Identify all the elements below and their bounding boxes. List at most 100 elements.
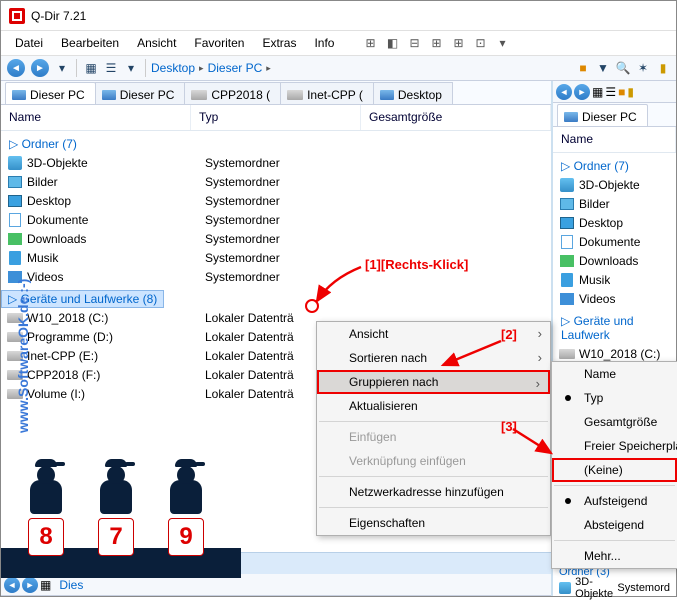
tab-cpp2018[interactable]: CPP2018 ( xyxy=(184,82,281,104)
sub-mehr[interactable]: Mehr... xyxy=(552,544,677,568)
score-card: 9 xyxy=(168,518,204,556)
score-card: 8 xyxy=(28,518,64,556)
nav-fwd-icon[interactable]: ► xyxy=(574,84,590,100)
menu-info[interactable]: Info xyxy=(306,33,342,53)
videos-icon xyxy=(560,293,574,305)
group-ordner[interactable]: ▷ Ordner (7) xyxy=(1,135,551,153)
app-icon xyxy=(9,8,25,24)
list-item: 3D-Objekte xyxy=(553,175,676,194)
ctx-sortieren[interactable]: Sortieren nach xyxy=(317,346,550,370)
ctx-gruppieren[interactable]: Gruppieren nach xyxy=(317,370,550,394)
menu-extras[interactable]: Extras xyxy=(254,33,304,53)
menu-ansicht[interactable]: Ansicht xyxy=(129,33,184,53)
color-icon[interactable]: ■ xyxy=(618,85,625,99)
view-icon[interactable]: ▦ xyxy=(40,578,51,592)
sub-name[interactable]: Name xyxy=(552,362,677,386)
tab-dieser-pc-r[interactable]: Dieser PC xyxy=(557,104,648,126)
click-marker xyxy=(305,299,319,313)
bullet-icon xyxy=(565,395,571,401)
menu-favoriten[interactable]: Favoriten xyxy=(186,33,252,53)
breadcrumb-seg-1[interactable]: Desktop xyxy=(151,61,195,75)
list-item: DokumenteSystemordner xyxy=(1,210,551,229)
separator xyxy=(319,476,548,477)
list-item: Bilder xyxy=(553,194,676,213)
ctx-netzwerk[interactable]: Netzwerkadresse hinzufügen xyxy=(317,480,550,504)
watermark: www.SoftwareOK.de :-) xyxy=(15,279,31,433)
note-icon[interactable]: ▮ xyxy=(654,59,672,77)
gear-icon[interactable]: ✶ xyxy=(634,59,652,77)
col-size[interactable]: Gesamtgröße xyxy=(361,105,551,130)
layout-icon-4[interactable]: ⊞ xyxy=(427,34,445,52)
layout-icon-3[interactable]: ⊟ xyxy=(405,34,423,52)
list-item: Downloads xyxy=(553,251,676,270)
ctx-eigenschaften[interactable]: Eigenschaften xyxy=(317,511,550,535)
ctx-aktualisieren[interactable]: Aktualisieren xyxy=(317,394,550,418)
nav-back-icon[interactable]: ◄ xyxy=(4,577,20,593)
view-list-icon[interactable]: ☰ xyxy=(102,59,120,77)
drive-icon xyxy=(559,349,575,359)
filter-icon[interactable]: ▼ xyxy=(594,59,612,77)
pane-right-toolbar: ◄ ► ▦ ☰ ■ ▮ xyxy=(553,81,676,103)
sub-keine[interactable]: (Keine) xyxy=(552,458,677,482)
ctx-verknuepfung: Verknüpfung einfügen xyxy=(317,449,550,473)
list-item: 3D-ObjekteSystemord xyxy=(553,579,676,596)
sub-absteigend[interactable]: Absteigend xyxy=(552,513,677,537)
col-typ[interactable]: Typ xyxy=(191,105,361,130)
list-item: Dokumente xyxy=(553,232,676,251)
score-card: 7 xyxy=(98,518,134,556)
layout-icon-5[interactable]: ⊞ xyxy=(449,34,467,52)
tab-desktop[interactable]: Desktop xyxy=(373,82,453,104)
sub-typ[interactable]: Typ xyxy=(552,386,677,410)
nav-back-icon[interactable]: ◄ xyxy=(556,84,572,100)
menu-bearbeiten[interactable]: Bearbeiten xyxy=(53,33,127,53)
sub-gesamtgroesse[interactable]: Gesamtgröße xyxy=(552,410,677,434)
col-name-r[interactable]: Name xyxy=(553,127,676,152)
breadcrumb-dies[interactable]: Dies xyxy=(59,578,83,592)
pictures-icon xyxy=(8,176,22,188)
list-item: DownloadsSystemordner xyxy=(1,229,551,248)
menu-datei[interactable]: Datei xyxy=(7,33,51,53)
3d-icon xyxy=(560,178,574,192)
sub-aufsteigend[interactable]: Aufsteigend xyxy=(552,489,677,513)
pc-icon xyxy=(12,90,26,100)
color-icon[interactable]: ■ xyxy=(574,59,592,77)
context-menu: Ansicht Sortieren nach Gruppieren nach A… xyxy=(316,321,551,536)
layout-icon-2[interactable]: ◧ xyxy=(383,34,401,52)
view-grid-icon[interactable]: ▦ xyxy=(82,59,100,77)
view-list-icon[interactable]: ☰ xyxy=(605,85,616,99)
view-dropdown-icon[interactable]: ▾ xyxy=(122,59,140,77)
layout-icon-1[interactable]: ⊞ xyxy=(361,34,379,52)
bullet-icon xyxy=(565,498,571,504)
nav-fwd[interactable]: ► xyxy=(29,57,51,79)
magnify-icon[interactable]: 🔍 xyxy=(614,59,632,77)
column-headers-right: Name xyxy=(553,127,676,153)
layout-icon-6[interactable]: ⊡ xyxy=(471,34,489,52)
desktop-icon xyxy=(560,217,574,229)
breadcrumb-seg-2[interactable]: Dieser PC xyxy=(208,61,263,75)
group-ordner-r[interactable]: ▷ Ordner (7) xyxy=(553,157,676,175)
nav-fwd-icon[interactable]: ► xyxy=(22,577,38,593)
list-item: BilderSystemordner xyxy=(1,172,551,191)
tabs-left: Dieser PC Dieser PC CPP2018 ( Inet-CPP (… xyxy=(1,81,551,105)
view-icon[interactable]: ▦ xyxy=(592,85,603,99)
col-name[interactable]: Name xyxy=(1,105,191,130)
3d-icon xyxy=(559,582,571,594)
tab-dieser-pc-1[interactable]: Dieser PC xyxy=(5,82,96,104)
separator xyxy=(319,507,548,508)
tab-dieser-pc-2[interactable]: Dieser PC xyxy=(95,82,186,104)
chevron-right-icon[interactable]: ▸ xyxy=(266,63,271,74)
separator xyxy=(554,540,675,541)
titlebar: Q-Dir 7.21 xyxy=(1,1,676,31)
chevron-right-icon[interactable]: ▸ xyxy=(199,63,204,74)
ctx-ansicht[interactable]: Ansicht xyxy=(317,322,550,346)
nav-back[interactable]: ◄ xyxy=(5,57,27,79)
group-drives-r[interactable]: ▷ Geräte und Laufwerk xyxy=(553,312,676,344)
layout-icon-7[interactable]: ▾ xyxy=(493,34,511,52)
tab-inet-cpp[interactable]: Inet-CPP ( xyxy=(280,82,374,104)
breadcrumb[interactable]: Desktop ▸ Dieser PC ▸ xyxy=(151,61,572,75)
history-dropdown-icon[interactable]: ▾ xyxy=(53,59,71,77)
drive-icon xyxy=(287,90,303,100)
note-icon[interactable]: ▮ xyxy=(627,85,634,99)
sub-freier[interactable]: Freier Speicherplat xyxy=(552,434,677,458)
list-item: DesktopSystemordner xyxy=(1,191,551,210)
